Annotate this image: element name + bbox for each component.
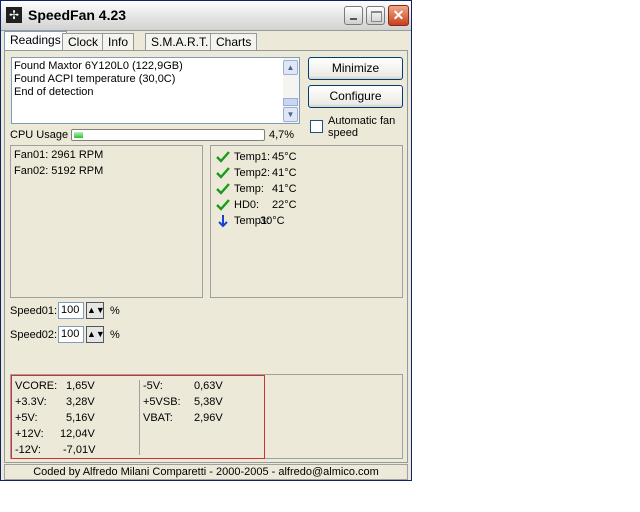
voltage-value: 5,38V [194,396,223,408]
cpu-usage-value: 4,7% [269,129,295,141]
voltage-name: VCORE: [15,380,58,392]
minimize-button[interactable]: Minimize [308,57,403,80]
arrow-down-icon [218,215,228,228]
checkmark-icon [216,151,230,163]
status-bar: Coded by Alfredo Milani Comparetti - 200… [4,464,408,480]
automatic-fan-speed-label: Automatic fan speed [328,115,396,139]
voltage-name: +3.3V: [15,396,47,408]
voltage-value: 12,04V [60,428,95,440]
voltage-value: 0,63V [194,380,223,392]
close-window-button[interactable]: ✕ [388,5,409,26]
temp-value: 41°C [272,167,297,179]
log-scrollbar[interactable]: ▲ ▼ [283,58,299,123]
automatic-fan-speed-checkbox[interactable] [310,120,323,133]
voltage-name: -5V: [143,380,163,392]
temp-label: Temp: [234,183,264,195]
speed01-unit: % [110,305,120,317]
voltage-name: +5V: [15,412,38,424]
speed02-spinner-icon[interactable]: ▲▼ [86,326,105,343]
speedfan-window: ✢ SpeedFan 4.23 ✕ Readings Clock Info S.… [0,0,412,481]
temp-value: 45°C [272,151,297,163]
scroll-up-icon[interactable]: ▲ [283,60,298,75]
maximize-icon [371,11,382,22]
fan-reading: Fan02: 5192 RPM [14,165,104,177]
tab-info[interactable]: Info [102,33,135,50]
tab-smart[interactable]: S.M.A.R.T. [145,33,215,50]
log-line: Found ACPI temperature (30,0C) [14,73,176,85]
temp-label: HD0: [234,199,260,211]
detection-log[interactable]: Found Maxtor 6Y120L0 (122,9GB) Found ACP… [11,57,300,124]
temperature-readings: Temp1: 45°C Temp2: 41°C Temp: 41°C HD0: … [210,145,403,298]
voltage-readings: VCORE: 1,65V +3.3V: 3,28V +5V: 5,16V +12… [10,374,403,459]
checkmark-icon [216,199,230,211]
checkmark-icon [216,183,230,195]
voltage-value: 1,65V [66,380,95,392]
speed02-input[interactable]: 100 [58,326,84,343]
temp-label: Temp2: [234,167,271,179]
title-bar[interactable]: ✢ SpeedFan 4.23 ✕ [1,1,411,31]
voltage-name: VBAT: [143,412,173,424]
checkmark-icon [216,167,230,179]
voltage-value: -7,01V [63,444,96,456]
tab-charts[interactable]: Charts [210,33,258,50]
maximize-window-button[interactable] [366,6,385,25]
log-line: End of detection [14,86,94,98]
speed02-unit: % [110,329,120,341]
window-title: SpeedFan 4.23 [28,7,127,23]
voltage-name: -12V: [15,444,41,456]
speed01-input[interactable]: 100 [58,302,84,319]
cpu-usage-bar [71,129,265,141]
minimize-icon [350,18,357,20]
close-icon: ✕ [392,7,405,23]
temp-value: 41°C [272,183,297,195]
fan-reading: Fan01: 2961 RPM [14,149,104,161]
temp-value: 30°C [260,215,285,227]
voltage-value: 2,96V [194,412,223,424]
voltage-name: +5VSB: [143,396,181,408]
voltage-divider [139,380,140,455]
log-line: Found Maxtor 6Y120L0 (122,9GB) [14,60,183,72]
scroll-down-icon[interactable]: ▼ [283,107,298,122]
app-icon: ✢ [6,7,22,23]
temp-value: 22°C [272,199,297,211]
temp-label: Temp1: [234,151,271,163]
voltage-selection[interactable]: VCORE: 1,65V +3.3V: 3,28V +5V: 5,16V +12… [11,375,265,459]
tab-readings[interactable]: Readings [4,31,67,51]
configure-button[interactable]: Configure [308,85,403,108]
scroll-thumb[interactable] [283,98,298,106]
voltage-name: +12V: [15,428,44,440]
cpu-usage-label: CPU Usage [10,129,69,141]
voltage-value: 5,16V [66,412,95,424]
tab-clock[interactable]: Clock [62,33,105,50]
speed01-spinner-icon[interactable]: ▲▼ [86,302,105,319]
voltage-value: 3,28V [66,396,95,408]
fan-readings: Fan01: 2961 RPM Fan02: 5192 RPM [10,145,203,298]
cpu-usage-fill [74,132,83,138]
speed01-label: Speed01: [10,305,58,317]
minimize-window-button[interactable] [344,6,363,25]
speed02-label: Speed02: [10,329,58,341]
